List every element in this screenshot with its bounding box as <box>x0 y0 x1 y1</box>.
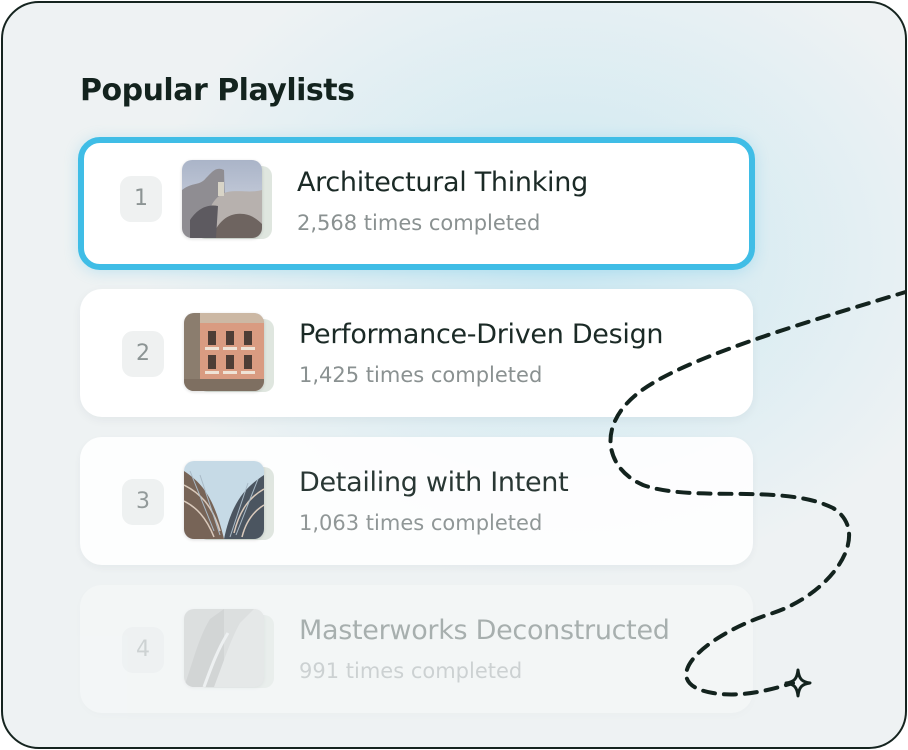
sparkle-icon <box>784 668 812 698</box>
dashed-path-decoration <box>608 290 905 698</box>
popular-playlists-panel: Popular Playlists 1 Architectural Thinki… <box>1 1 907 749</box>
